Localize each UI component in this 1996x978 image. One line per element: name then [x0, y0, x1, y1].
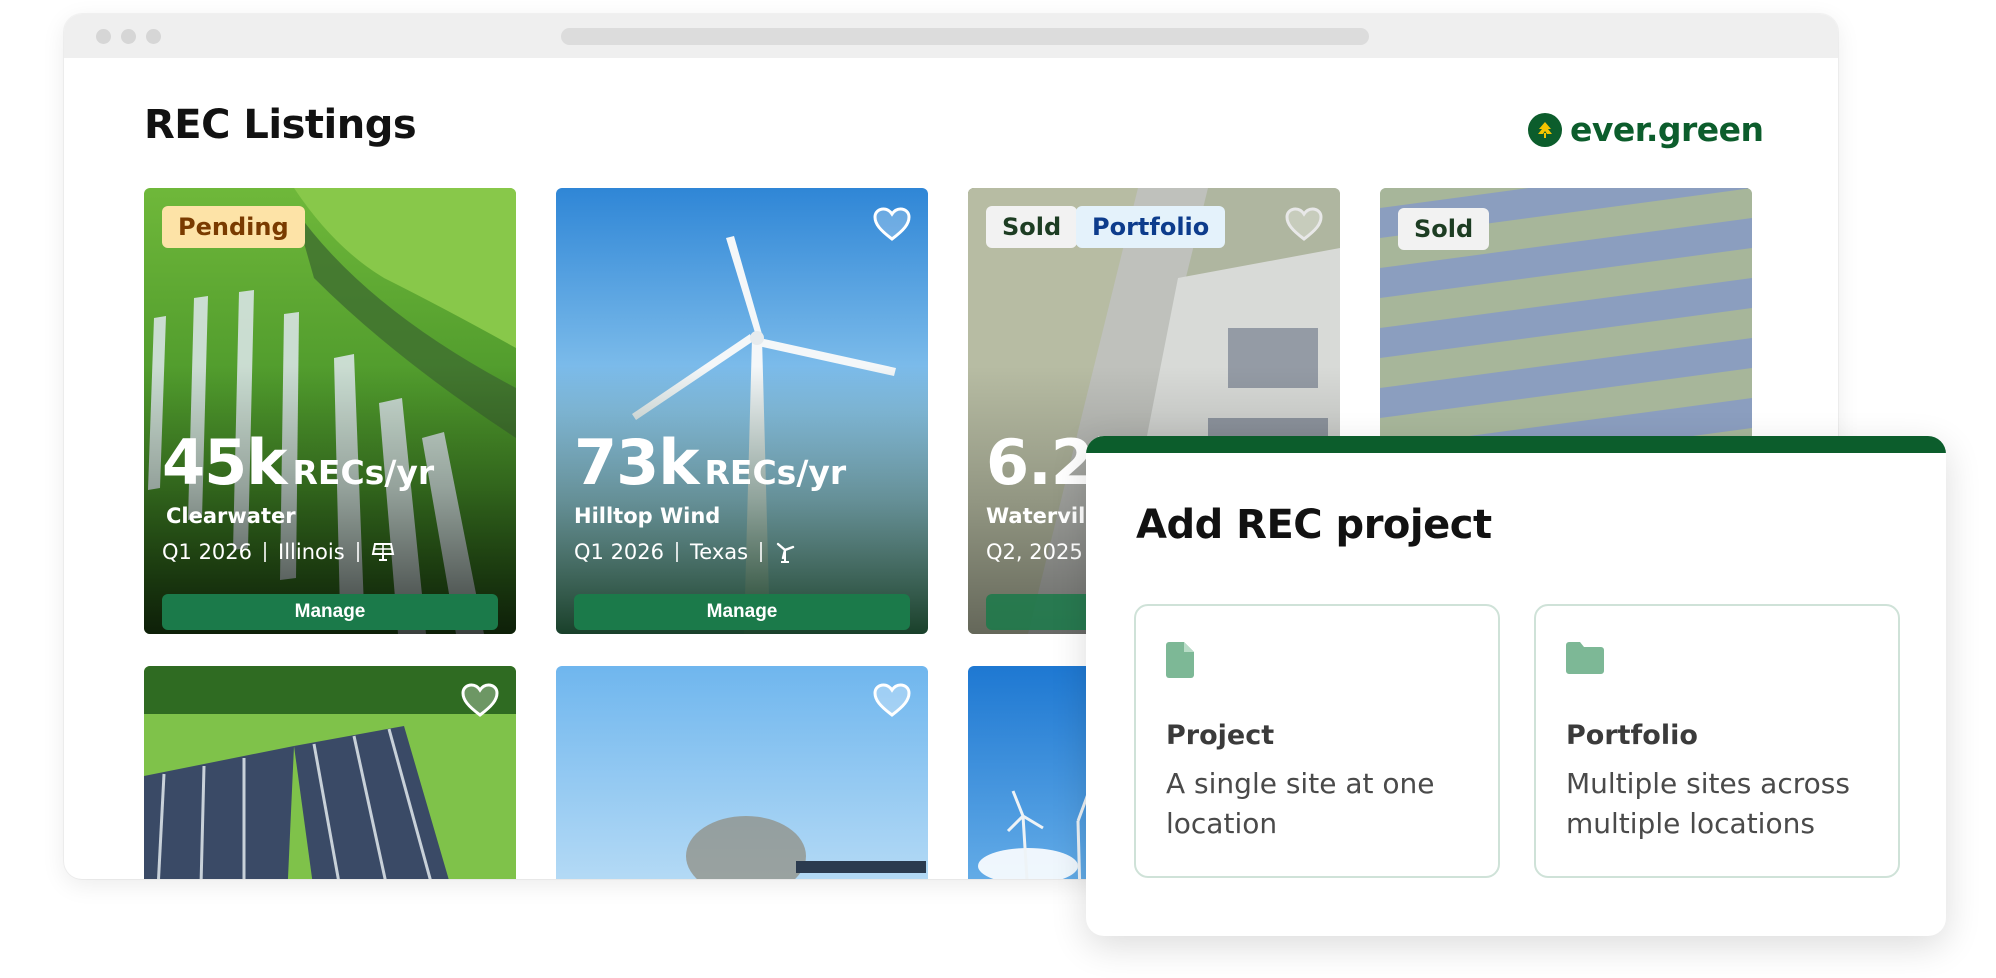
window-maximize-dot[interactable] — [146, 29, 161, 44]
listing-card[interactable]: 73k RECs/yr Hilltop Wind Q1 2026 Texas Ma… — [556, 188, 928, 634]
folder-icon — [1566, 642, 1604, 674]
add-rec-project-dialog: Add REC project Project A single site at… — [1086, 436, 1946, 936]
address-bar[interactable] — [561, 28, 1369, 45]
portfolio-badge: Portfolio — [1076, 206, 1226, 248]
solar-panel-icon — [371, 543, 394, 561]
project-period: Q2, 2025 — [986, 540, 1083, 564]
dialog-accent-bar — [1086, 436, 1946, 453]
option-project[interactable]: Project A single site at one location — [1134, 604, 1500, 878]
option-title: Portfolio — [1566, 720, 1698, 751]
page-title: REC Listings — [144, 102, 417, 148]
brand: ever.green — [1528, 110, 1764, 149]
recs-metric: 45k RECs/yr — [162, 426, 434, 499]
status-badge-sold: Sold — [986, 206, 1078, 248]
brand-name: ever.green — [1570, 110, 1764, 149]
meta-divider — [264, 542, 267, 562]
meta-divider — [676, 542, 679, 562]
recs-value: 45k — [162, 426, 288, 499]
manage-button[interactable]: Manage — [162, 594, 498, 630]
option-portfolio[interactable]: Portfolio Multiple sites across multiple… — [1534, 604, 1900, 878]
meta-divider — [356, 542, 359, 562]
window-close-dot[interactable] — [96, 29, 111, 44]
browser-toolbar — [64, 14, 1838, 58]
listing-card[interactable] — [144, 666, 516, 879]
recs-unit: RECs/yr — [292, 453, 435, 492]
status-badge-pending: Pending — [162, 206, 305, 248]
project-meta: Q1 2026 Illinois — [162, 540, 395, 564]
listing-card[interactable]: Pending 45k RECs/yr Clearwater Q1 2026 Il… — [144, 188, 516, 634]
file-icon — [1166, 642, 1194, 678]
favorite-heart-icon[interactable] — [872, 206, 912, 242]
project-name: Clearwater — [166, 504, 296, 528]
status-badge-sold: Sold — [1398, 208, 1490, 250]
option-description: A single site at one location — [1166, 767, 1435, 840]
window-minimize-dot[interactable] — [121, 29, 136, 44]
project-name: Hilltop Wind — [574, 504, 721, 528]
option-title: Project — [1166, 720, 1275, 751]
favorite-heart-icon[interactable] — [460, 682, 500, 718]
dialog-title: Add REC project — [1136, 502, 1492, 548]
project-meta: Q1 2026 Texas — [574, 540, 796, 564]
project-period: Q1 2026 — [574, 540, 665, 564]
favorite-heart-icon[interactable] — [1284, 206, 1324, 242]
recs-value: 73k — [574, 426, 700, 499]
wind-turbine-icon — [776, 542, 795, 563]
project-meta: Q2, 2025 — [986, 540, 1083, 564]
project-period: Q1 2026 — [162, 540, 253, 564]
project-location: Texas — [690, 540, 749, 564]
brand-logo-icon — [1528, 112, 1562, 147]
listing-card[interactable] — [556, 666, 928, 879]
recs-metric: 73k RECs/yr — [574, 426, 846, 499]
meta-divider — [760, 542, 763, 562]
recs-unit: RECs/yr — [704, 453, 847, 492]
manage-button[interactable]: Manage — [574, 594, 910, 630]
option-description: Multiple sites across multiple locations — [1566, 767, 1850, 840]
favorite-heart-icon[interactable] — [872, 682, 912, 718]
project-location: Illinois — [278, 540, 345, 564]
